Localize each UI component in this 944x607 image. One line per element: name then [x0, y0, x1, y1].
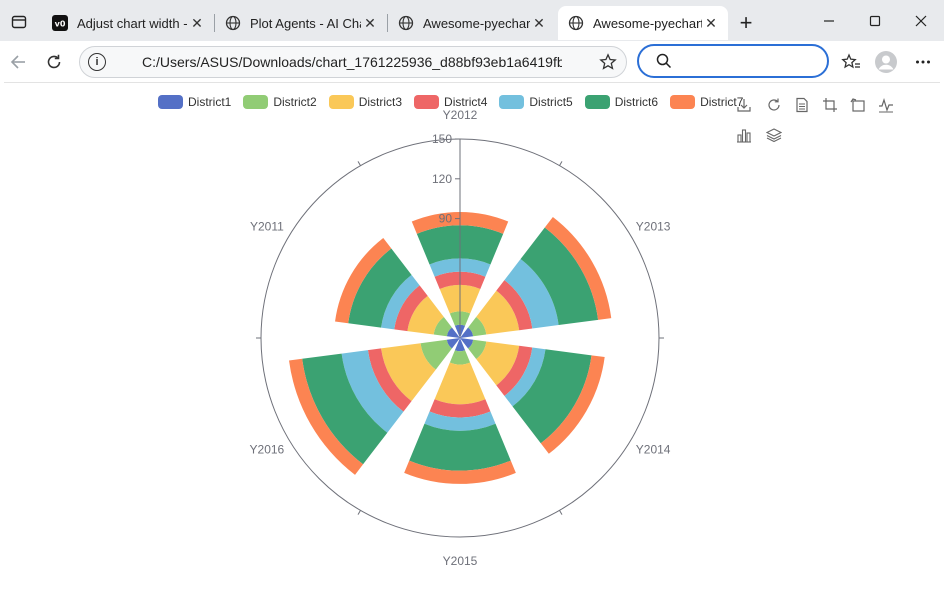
angle-axis-label: Y2015	[443, 554, 478, 568]
angle-axis-tick	[559, 161, 563, 166]
restore-icon[interactable]	[766, 97, 782, 113]
tab-3-active[interactable]: Awesome-pyecharts ✕	[558, 6, 728, 40]
search-input[interactable]	[681, 52, 825, 70]
legend-item-district6[interactable]: District6	[584, 95, 659, 109]
globe-icon	[225, 15, 241, 31]
legend-item-district1[interactable]: District1	[158, 95, 231, 109]
angle-axis-label: Y2014	[636, 443, 671, 457]
globe-icon	[568, 15, 584, 31]
legend-swatch	[158, 95, 183, 109]
angle-axis-tick	[357, 161, 361, 166]
angle-axis-tick	[357, 510, 361, 515]
close-icon[interactable]: ✕	[702, 14, 720, 32]
zoom-icon[interactable]	[822, 97, 838, 113]
search-icon	[655, 52, 673, 70]
page-content: Y2011 Y2012 Y2013 Y2014 Y2015 Y2016 150 120 90 D…	[4, 82, 940, 604]
back-arrow-icon[interactable]	[5, 49, 31, 75]
legend-item-district4[interactable]: District4	[414, 95, 487, 109]
site-info-icon[interactable]: i	[88, 53, 106, 71]
legend-label: District1	[188, 95, 232, 109]
refresh-icon[interactable]	[41, 49, 67, 75]
tab-title: Awesome-pyecharts	[593, 15, 702, 31]
tab-title: Awesome-pyecharts	[423, 15, 530, 31]
save-image-icon[interactable]	[736, 97, 752, 113]
tab-0[interactable]: v0 Adjust chart width - v ✕	[42, 6, 214, 40]
polar-bar-chart: Y2011Y2012Y2013Y2014Y2015Y201615012090	[250, 108, 671, 568]
legend-label: District6	[614, 95, 659, 109]
legend-item-district7[interactable]: District7	[670, 95, 743, 109]
angle-axis-tick	[559, 510, 563, 515]
angle-axis-label: Y2011	[250, 220, 284, 234]
bar-chart-icon[interactable]	[736, 127, 752, 143]
close-icon[interactable]: ✕	[361, 14, 379, 32]
search-box[interactable]	[637, 44, 829, 78]
chart-legend: District1 District2 District3 District4 Dist…	[158, 93, 755, 111]
legend-swatch	[414, 95, 440, 109]
legend-swatch	[584, 95, 610, 109]
favorites-icon[interactable]	[838, 49, 864, 75]
close-icon[interactable]: ✕	[188, 14, 206, 32]
close-icon[interactable]: ✕	[530, 14, 548, 32]
legend-label: District2	[273, 95, 317, 109]
more-options-icon[interactable]	[910, 49, 936, 75]
zoom-reset-icon[interactable]	[850, 97, 866, 113]
legend-item-district5[interactable]: District5	[499, 95, 573, 109]
angle-axis-label: Y2013	[636, 220, 671, 234]
tab-1[interactable]: Plot Agents - AI Char ✕	[215, 6, 387, 40]
polar-bar-segment[interactable]	[449, 350, 471, 365]
data-view-icon[interactable]	[794, 97, 810, 113]
legend-label: District4	[444, 95, 488, 109]
close-window-icon[interactable]	[898, 8, 944, 34]
legend-item-district2[interactable]: District2	[243, 95, 317, 109]
favorite-star-icon[interactable]	[598, 52, 618, 72]
legend-item-district3[interactable]: District3	[328, 95, 403, 109]
profile-avatar-icon[interactable]	[873, 49, 899, 75]
legend-swatch	[499, 95, 525, 109]
stack-icon[interactable]	[766, 127, 782, 143]
v0-logo-icon: v0	[52, 15, 68, 31]
legend-swatch	[328, 95, 354, 109]
legend-label: District3	[358, 95, 403, 109]
address-bar[interactable]: i C:/Users/ASUS/Downloads/chart_17612259…	[79, 46, 627, 78]
legend-swatch	[670, 95, 696, 109]
tab-title: Plot Agents - AI Char	[250, 15, 361, 31]
tab-strip: v0 Adjust chart width - v ✕ Plot Agents …	[0, 0, 944, 41]
line-chart-icon[interactable]	[878, 97, 894, 113]
svg-text:v0: v0	[55, 20, 66, 29]
tab-title: Adjust chart width - v	[77, 15, 188, 31]
radius-axis-label: 120	[432, 172, 452, 186]
angle-axis-label: Y2016	[250, 443, 285, 457]
legend-swatch	[243, 95, 269, 109]
navigation-bar: i C:/Users/ASUS/Downloads/chart_17612259…	[0, 41, 944, 82]
radius-axis-label: 90	[439, 212, 453, 226]
legend-label: District5	[529, 95, 573, 109]
tab-actions-icon[interactable]	[6, 9, 32, 35]
radius-axis-label: 150	[432, 132, 452, 146]
minimize-icon[interactable]	[806, 8, 852, 34]
maximize-icon[interactable]	[852, 8, 898, 34]
polar-bar-segment[interactable]	[434, 362, 486, 405]
tab-2[interactable]: Awesome-pyecharts ✕	[388, 6, 556, 40]
new-tab-button[interactable]: +	[734, 12, 758, 36]
url-text[interactable]: C:/Users/ASUS/Downloads/chart_1761225936…	[142, 54, 562, 70]
globe-icon	[398, 15, 414, 31]
